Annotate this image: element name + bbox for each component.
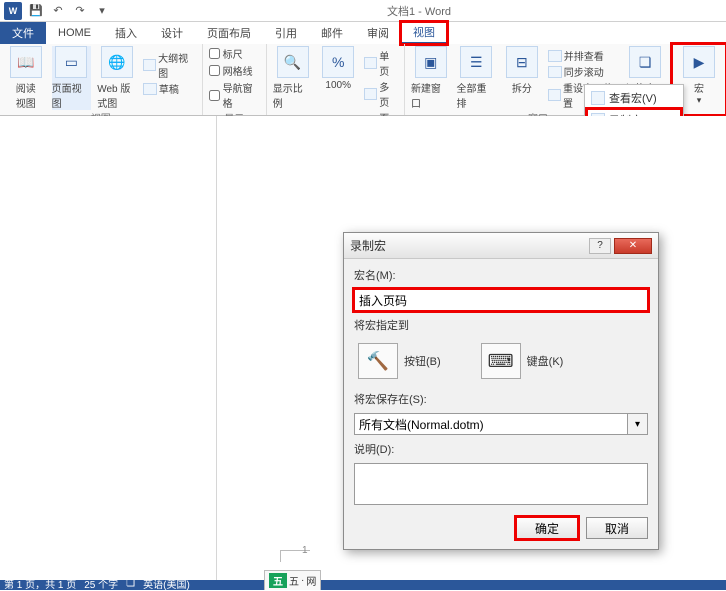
print-layout-icon: ▭ xyxy=(55,46,87,78)
title-bar: W 💾 ↶ ↷ ▾ 文档1 - Word xyxy=(0,0,726,22)
macros-icon: ▶ xyxy=(683,46,715,78)
switch-windows-icon: ❏ xyxy=(629,46,661,78)
status-words[interactable]: 25 个字 xyxy=(84,576,118,591)
tab-mailings[interactable]: 邮件 xyxy=(309,22,355,44)
split-button[interactable]: ⊟拆分 xyxy=(502,46,542,95)
zoom-button[interactable]: 🔍显示比例 xyxy=(273,46,313,110)
app-icon: W xyxy=(4,2,22,20)
sync-scroll-icon xyxy=(548,66,562,78)
assign-keyboard-option[interactable]: ⌨ 键盘(K) xyxy=(481,343,564,379)
draft-button[interactable]: 草稿 xyxy=(143,81,196,96)
read-mode-icon: 📖 xyxy=(10,46,42,78)
status-language[interactable]: 英语(美国) xyxy=(143,576,190,591)
description-label: 说明(D): xyxy=(354,441,648,457)
side-by-side-button[interactable]: 并排查看 xyxy=(548,48,620,63)
one-page-button[interactable]: 单页 xyxy=(364,48,398,78)
status-spellcheck-icon[interactable]: ❏ xyxy=(126,578,135,589)
view-macros-icon xyxy=(591,91,605,105)
ime-toolbar[interactable]: 五 五 · 网 xyxy=(264,570,321,590)
dialog-close-button[interactable]: ✕ xyxy=(614,238,652,254)
zoom-100-button[interactable]: %100% xyxy=(318,46,358,91)
web-layout-button[interactable]: 🌐Web 版式图 xyxy=(97,46,137,110)
ruler-checkbox[interactable]: 标尺 xyxy=(209,46,260,61)
gridlines-checkbox[interactable]: 网格线 xyxy=(209,63,260,78)
record-macro-dialog: 录制宏 ? ✕ 宏名(M): 将宏指定到 🔨 按钮(B) ⌨ 键盘(K) 将宏保… xyxy=(343,232,659,550)
redo-icon[interactable]: ↷ xyxy=(70,2,90,20)
dialog-titlebar[interactable]: 录制宏 ? ✕ xyxy=(344,233,658,259)
outline-button[interactable]: 大纲视图 xyxy=(143,50,196,80)
store-in-value[interactable] xyxy=(354,413,628,435)
one-page-icon xyxy=(364,57,377,69)
page-number-footer: 1 xyxy=(302,545,308,556)
tab-design[interactable]: 设计 xyxy=(149,22,195,44)
print-layout-button[interactable]: ▭页面视图 xyxy=(52,46,92,110)
dialog-title-text: 录制宏 xyxy=(350,237,386,254)
tab-layout[interactable]: 页面布局 xyxy=(195,22,263,44)
navpane-checkbox[interactable]: 导航窗格 xyxy=(209,80,260,110)
menu-view-macros[interactable]: 查看宏(V) xyxy=(587,87,681,109)
page-edge xyxy=(216,116,217,580)
tab-view[interactable]: 视图 xyxy=(401,22,447,44)
store-in-combo[interactable]: ▾ xyxy=(354,413,648,435)
status-page[interactable]: 第 1 页，共 1 页 xyxy=(4,576,76,591)
outline-icon xyxy=(143,59,156,71)
assign-to-label: 将宏指定到 xyxy=(354,317,648,333)
store-in-label: 将宏保存在(S): xyxy=(354,391,648,407)
status-bar-left: 第 1 页，共 1 页 25 个字 ❏ 英语(美国) xyxy=(4,576,190,590)
chevron-down-icon: ▾ xyxy=(697,95,702,106)
hammer-icon: 🔨 xyxy=(358,343,398,379)
tab-home[interactable]: HOME xyxy=(46,22,103,44)
group-views: 📖阅读 视图 ▭页面视图 🌐Web 版式图 大纲视图 草稿 视图 xyxy=(0,44,203,115)
new-window-button[interactable]: ▣新建窗口 xyxy=(411,46,451,110)
group-zoom: 🔍显示比例 %100% 单页 多页 页宽 显示比例 xyxy=(267,44,405,115)
tab-insert[interactable]: 插入 xyxy=(103,22,149,44)
document-title: 文档1 - Word xyxy=(112,3,726,19)
multi-page-icon xyxy=(364,88,377,100)
macro-name-label: 宏名(M): xyxy=(354,267,648,283)
dialog-help-button[interactable]: ? xyxy=(589,238,611,254)
ime-logo-icon: 五 xyxy=(269,573,287,588)
tab-file[interactable]: 文件 xyxy=(0,22,46,44)
qat-dropdown-icon[interactable]: ▾ xyxy=(92,2,112,20)
group-show: 标尺 网格线 导航窗格 显示 xyxy=(203,44,267,115)
description-textarea[interactable] xyxy=(354,463,648,505)
reset-window-icon xyxy=(548,89,561,101)
read-mode-button[interactable]: 📖阅读 视图 xyxy=(6,46,46,110)
ime-text-b: 网 xyxy=(306,573,316,588)
new-window-icon: ▣ xyxy=(415,46,447,78)
ime-text-a: 五 xyxy=(289,573,299,588)
arrange-icon: ☰ xyxy=(460,46,492,78)
sync-scroll-button[interactable]: 同步滚动 xyxy=(548,64,620,79)
assign-button-option[interactable]: 🔨 按钮(B) xyxy=(358,343,441,379)
pct-icon: % xyxy=(322,46,354,78)
ok-button[interactable]: 确定 xyxy=(516,517,578,539)
undo-icon[interactable]: ↶ xyxy=(48,2,68,20)
multi-page-button[interactable]: 多页 xyxy=(364,79,398,109)
save-icon[interactable]: 💾 xyxy=(26,2,46,20)
keyboard-icon: ⌨ xyxy=(481,343,521,379)
store-in-dropdown-button[interactable]: ▾ xyxy=(628,413,648,435)
quick-access-toolbar: 💾 ↶ ↷ ▾ xyxy=(26,2,112,20)
draft-icon xyxy=(143,83,157,95)
cancel-button[interactable]: 取消 xyxy=(586,517,648,539)
tab-references[interactable]: 引用 xyxy=(263,22,309,44)
arrange-all-button[interactable]: ☰全部重排 xyxy=(457,46,497,110)
tab-review[interactable]: 审阅 xyxy=(355,22,401,44)
macros-button[interactable]: ▶宏▾ xyxy=(678,46,720,106)
split-icon: ⊟ xyxy=(506,46,538,78)
ime-sep: · xyxy=(301,575,304,586)
web-layout-icon: 🌐 xyxy=(101,46,133,78)
side-by-side-icon xyxy=(548,50,562,62)
macro-name-input[interactable] xyxy=(354,289,648,311)
ribbon-tabs: 文件 HOME 插入 设计 页面布局 引用 邮件 审阅 视图 xyxy=(0,22,726,44)
zoom-icon: 🔍 xyxy=(277,46,309,78)
